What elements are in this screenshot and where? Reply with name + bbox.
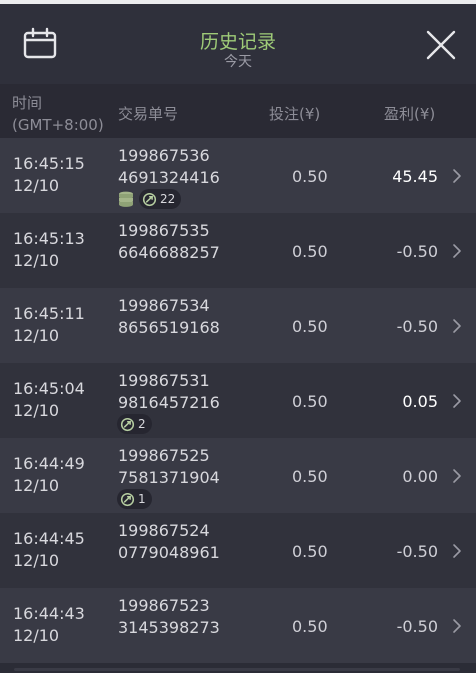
column-bet: 投注(¥) — [269, 105, 321, 123]
row-profit: -0.50 — [396, 317, 438, 336]
history-row[interactable]: 16:45:13 12/10 199867535 6646688257 0.50 -0.5… — [0, 213, 476, 288]
row-time-date: 12/10 — [13, 326, 60, 345]
row-bet: 0.50 — [292, 542, 328, 561]
spin-badge: 22 — [139, 189, 182, 209]
refresh-icon — [142, 192, 157, 206]
row-time-clock: 16:44:45 — [13, 529, 85, 548]
row-profit: 0.05 — [402, 392, 438, 411]
spin-badge: 2 — [117, 414, 152, 434]
row-order: 199867523 3145398273 — [118, 595, 220, 639]
close-icon — [426, 30, 456, 60]
spin-count: 22 — [160, 192, 176, 206]
row-badges: 1 — [117, 489, 152, 509]
history-row[interactable]: 16:45:11 12/10 199867534 8656519168 0.50 -0.5… — [0, 288, 476, 363]
row-time-date: 12/10 — [13, 626, 60, 645]
close-button[interactable] — [424, 28, 458, 62]
row-order: 199867534 8656519168 — [118, 295, 220, 339]
row-profit: -0.50 — [396, 542, 438, 561]
row-order: 199867535 6646688257 — [118, 220, 220, 264]
chevron-right-icon — [453, 169, 461, 183]
row-bet: 0.50 — [292, 242, 328, 261]
chevron-right-icon — [453, 544, 461, 558]
chevron-right-icon — [453, 394, 461, 408]
row-time-clock: 16:45:11 — [13, 304, 85, 323]
history-panel: 历史记录 今天 时间 (GMT+8:00) 交易单号 投注(¥) 盈利(¥) 1… — [0, 0, 476, 673]
row-time-clock: 16:45:13 — [13, 229, 85, 248]
column-order: 交易单号 — [118, 105, 179, 123]
chevron-right-icon — [453, 469, 461, 483]
row-badges: 2 — [117, 414, 152, 434]
row-order: 199867531 9816457216 — [118, 370, 220, 414]
row-order: 199867536 4691324416 — [118, 145, 220, 189]
spin-count: 2 — [138, 417, 146, 431]
row-order-ref: 6646688257 — [118, 243, 220, 262]
column-time-label: 时间 — [12, 94, 43, 112]
column-profit: 盈利(¥) — [384, 105, 436, 123]
coins-icon — [119, 191, 133, 207]
row-time: 16:44:45 12/10 — [13, 528, 85, 572]
row-order: 199867524 0779048961 — [118, 520, 220, 564]
row-profit: 45.45 — [392, 167, 438, 186]
row-order-ref: 9816457216 — [118, 393, 220, 412]
history-row[interactable]: 16:45:04 12/10 199867531 9816457216 2 0.50 0.0… — [0, 363, 476, 438]
row-order-ref: 3145398273 — [118, 618, 220, 637]
refresh-icon — [120, 492, 135, 506]
chevron-right-icon — [453, 319, 461, 333]
column-time: 时间 (GMT+8:00) — [12, 92, 104, 136]
row-time-clock: 16:44:43 — [13, 604, 85, 623]
row-bet: 0.50 — [292, 317, 328, 336]
row-order-id: 199867525 — [118, 446, 210, 465]
chevron-right-icon — [453, 244, 461, 258]
refresh-icon — [120, 417, 135, 431]
row-time-date: 12/10 — [13, 401, 60, 420]
row-order-ref: 8656519168 — [118, 318, 220, 337]
row-badges: 22 — [117, 189, 182, 209]
row-time-date: 12/10 — [13, 476, 60, 495]
row-order-id: 199867523 — [118, 596, 210, 615]
column-time-zone: (GMT+8:00) — [12, 116, 104, 134]
row-order-id: 199867524 — [118, 521, 210, 540]
row-bet: 0.50 — [292, 167, 328, 186]
row-order-id: 199867535 — [118, 221, 210, 240]
row-time-date: 12/10 — [13, 176, 60, 195]
history-row[interactable]: 16:45:15 12/10 199867536 4691324416 22 0.50 45… — [0, 138, 476, 213]
row-time-clock: 16:45:04 — [13, 379, 85, 398]
scroll-indicator — [14, 668, 460, 671]
row-time-clock: 16:45:15 — [13, 154, 85, 173]
row-bet: 0.50 — [292, 467, 328, 486]
row-time-date: 12/10 — [13, 251, 60, 270]
row-bet: 0.50 — [292, 617, 328, 636]
row-order-ref: 7581371904 — [118, 468, 220, 487]
row-profit: -0.50 — [396, 242, 438, 261]
history-list: 16:45:15 12/10 199867536 4691324416 22 0.50 45… — [0, 138, 476, 663]
row-order: 199867525 7581371904 — [118, 445, 220, 489]
row-order-id: 199867534 — [118, 296, 210, 315]
row-time: 16:45:11 12/10 — [13, 303, 85, 347]
row-profit: -0.50 — [396, 617, 438, 636]
row-time: 16:45:13 12/10 — [13, 228, 85, 272]
row-time: 16:45:04 12/10 — [13, 378, 85, 422]
row-order-id: 199867531 — [118, 371, 210, 390]
row-time: 16:44:49 12/10 — [13, 453, 85, 497]
header: 历史记录 今天 — [0, 4, 476, 84]
chevron-right-icon — [453, 619, 461, 633]
row-time-date: 12/10 — [13, 551, 60, 570]
page-subtitle: 今天 — [224, 54, 252, 70]
page-title: 历史记录 — [199, 31, 276, 53]
history-row[interactable]: 16:44:45 12/10 199867524 0779048961 0.50 -0.5… — [0, 513, 476, 588]
row-time-clock: 16:44:49 — [13, 454, 85, 473]
row-time: 16:45:15 12/10 — [13, 153, 85, 197]
row-bet: 0.50 — [292, 392, 328, 411]
row-order-id: 199867536 — [118, 146, 210, 165]
column-header: 时间 (GMT+8:00) 交易单号 投注(¥) 盈利(¥) — [0, 84, 476, 138]
spin-badge: 1 — [117, 489, 152, 509]
history-row[interactable]: 16:44:49 12/10 199867525 7581371904 1 0.50 0.0… — [0, 438, 476, 513]
row-time: 16:44:43 12/10 — [13, 603, 85, 647]
history-row[interactable]: 16:44:43 12/10 199867523 3145398273 0.50 -0.5… — [0, 588, 476, 663]
row-order-ref: 0779048961 — [118, 543, 220, 562]
row-profit: 0.00 — [402, 467, 438, 486]
spin-count: 1 — [138, 492, 146, 506]
row-order-ref: 4691324416 — [118, 168, 220, 187]
